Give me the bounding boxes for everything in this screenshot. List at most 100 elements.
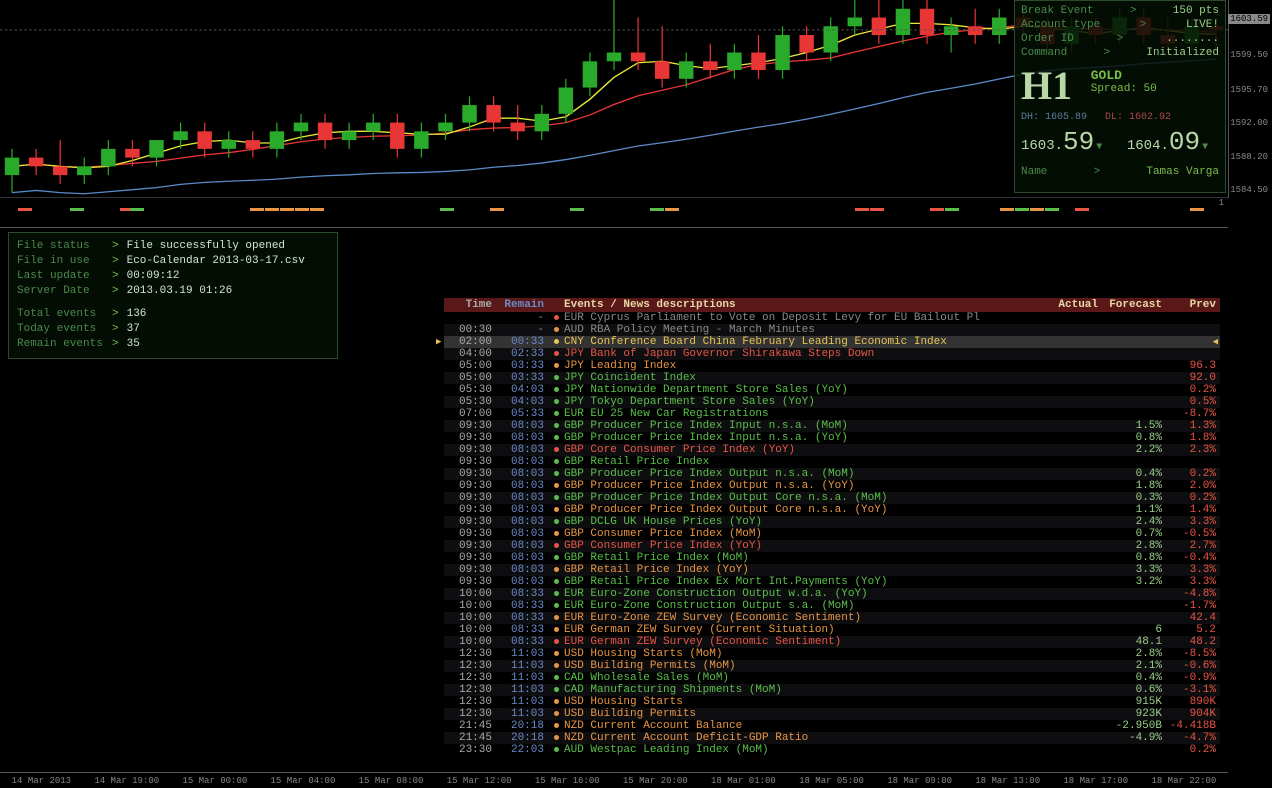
event-description: GBP DCLG UK House Prices (YoY) (564, 516, 1038, 528)
event-row[interactable]: 09:30 08:03 GBP Consumer Price Index (Mo… (444, 528, 1220, 540)
importance-dot (548, 480, 564, 492)
event-forecast: 0.8% (1098, 552, 1162, 564)
event-remain: - (492, 312, 544, 324)
event-row[interactable]: 09:30 08:03 GBP Core Consumer Price Inde… (444, 444, 1220, 456)
event-prev: 3.3% (1162, 564, 1216, 576)
importance-dot (548, 564, 564, 576)
event-time: 12:30 (448, 684, 492, 696)
event-prev: 42.4 (1162, 612, 1216, 624)
event-prev: 2.0% (1162, 480, 1216, 492)
event-row[interactable]: 09:30 08:03 GBP Consumer Price Index (Yo… (444, 540, 1220, 552)
stat-row: Today events>37 (17, 322, 329, 337)
event-row[interactable]: 12:30 11:03 USD Housing Starts (MoM) 2.8… (444, 648, 1220, 660)
event-description: USD Housing Starts (564, 696, 1038, 708)
indicator-mark (265, 208, 279, 211)
event-time: 09:30 (448, 468, 492, 480)
event-row[interactable]: 05:00 03:33 JPY Coincident Index 92.0 (444, 372, 1220, 384)
event-row[interactable]: 00:30 - AUD RBA Policy Meeting - March M… (444, 324, 1220, 336)
indicator-mark (650, 208, 664, 211)
event-row[interactable]: 05:30 04:03 JPY Nationwide Department St… (444, 384, 1220, 396)
event-row[interactable]: 07:00 05:33 EUR EU 25 New Car Registrati… (444, 408, 1220, 420)
event-row[interactable]: 04:00 02:33 JPY Bank of Japan Governor S… (444, 348, 1220, 360)
event-row[interactable]: 21:45 20:18 NZD Current Account Deficit-… (444, 732, 1220, 744)
event-actual (1038, 408, 1098, 420)
event-actual (1038, 336, 1098, 348)
event-remain: - (492, 324, 544, 336)
event-row[interactable]: 09:30 08:03 GBP Retail Price Index Ex Mo… (444, 576, 1220, 588)
event-time: 10:00 (448, 600, 492, 612)
time-tick: 15 Mar 00:00 (182, 776, 247, 786)
symbol-name: GOLD (1091, 68, 1157, 83)
event-description: JPY Tokyo Department Store Sales (YoY) (564, 396, 1038, 408)
daily-low: DL: 1602.92 (1105, 112, 1171, 123)
event-row[interactable]: ▶ 02:00 00:33 CNY Conference Board China… (444, 336, 1220, 348)
event-row[interactable]: 10:00 08:33 EUR Euro-Zone Construction O… (444, 600, 1220, 612)
events-table[interactable]: Time Remain Events / News descriptions A… (444, 298, 1220, 756)
event-remain: 08:03 (492, 504, 544, 516)
event-description: EUR EU 25 New Car Registrations (564, 408, 1038, 420)
event-time: 09:30 (448, 492, 492, 504)
event-actual (1038, 540, 1098, 552)
event-row[interactable]: 05:00 03:33 JPY Leading Index 96.3 (444, 360, 1220, 372)
event-prev: 0.2% (1162, 468, 1216, 480)
event-row[interactable]: 10:00 08:33 EUR Euro-Zone Construction O… (444, 588, 1220, 600)
event-row[interactable]: 09:30 08:03 GBP Producer Price Index Inp… (444, 432, 1220, 444)
indicator-mark (130, 208, 144, 211)
event-remain: 08:03 (492, 420, 544, 432)
event-prev (1162, 456, 1216, 468)
event-row[interactable]: 09:30 08:03 GBP Producer Price Index Out… (444, 504, 1220, 516)
event-forecast (1098, 336, 1162, 348)
daily-high: DH: 1605.89 (1021, 112, 1087, 123)
importance-dot (548, 588, 564, 600)
event-row[interactable]: - EUR Cyprus Parliament to Vote on Depos… (444, 312, 1220, 324)
event-actual (1038, 444, 1098, 456)
event-row[interactable]: 09:30 08:03 GBP Retail Price Index (MoM)… (444, 552, 1220, 564)
event-row[interactable]: 12:30 11:03 USD Building Permits 923K 90… (444, 708, 1220, 720)
event-row[interactable]: 09:30 08:03 GBP Producer Price Index Out… (444, 492, 1220, 504)
event-row[interactable]: 09:30 08:03 GBP Producer Price Index Out… (444, 468, 1220, 480)
event-prev: 904K (1162, 708, 1216, 720)
event-row[interactable]: 12:30 11:03 CAD Wholesale Sales (MoM) 0.… (444, 672, 1220, 684)
event-row[interactable]: 09:30 08:03 GBP Producer Price Index Out… (444, 480, 1220, 492)
event-prev: 0.2% (1162, 744, 1216, 756)
event-row[interactable]: 12:30 11:03 CAD Manufacturing Shipments … (444, 684, 1220, 696)
event-row[interactable]: 09:30 08:03 GBP Producer Price Index Inp… (444, 420, 1220, 432)
event-row[interactable]: 12:30 11:03 USD Housing Starts 915K 890K (444, 696, 1220, 708)
event-row[interactable]: 09:30 08:03 GBP Retail Price Index (YoY)… (444, 564, 1220, 576)
event-prev (1162, 336, 1216, 348)
event-prev: -0.4% (1162, 552, 1216, 564)
event-description: GBP Retail Price Index (MoM) (564, 552, 1038, 564)
arrow-down-icon: ▼ (1202, 142, 1208, 153)
event-description: GBP Core Consumer Price Index (YoY) (564, 444, 1038, 456)
event-description: GBP Retail Price Index Ex Mort Int.Payme… (564, 576, 1038, 588)
event-description: JPY Coincident Index (564, 372, 1038, 384)
event-prev: 890K (1162, 696, 1216, 708)
event-time: 09:30 (448, 504, 492, 516)
event-actual (1038, 684, 1098, 696)
event-description: JPY Bank of Japan Governor Shirakawa Ste… (564, 348, 1038, 360)
event-remain: 08:03 (492, 564, 544, 576)
event-forecast: 0.4% (1098, 468, 1162, 480)
event-forecast: 0.7% (1098, 528, 1162, 540)
event-row[interactable]: 05:30 04:03 JPY Tokyo Department Store S… (444, 396, 1220, 408)
event-forecast: 915K (1098, 696, 1162, 708)
event-row[interactable]: 12:30 11:03 USD Building Permits (MoM) 2… (444, 660, 1220, 672)
importance-dot (548, 312, 564, 324)
event-actual (1038, 396, 1098, 408)
event-row[interactable]: 10:00 08:33 EUR German ZEW Survey (Econo… (444, 636, 1220, 648)
indicator-mark (250, 208, 264, 211)
event-row[interactable]: 23:30 22:03 AUD Westpac Leading Index (M… (444, 744, 1220, 756)
importance-dot (548, 648, 564, 660)
event-row[interactable]: 10:00 08:33 EUR German ZEW Survey (Curre… (444, 624, 1220, 636)
event-row[interactable]: 09:30 08:03 GBP DCLG UK House Prices (Yo… (444, 516, 1220, 528)
event-time: 05:30 (448, 384, 492, 396)
indicator-mark (18, 208, 32, 211)
event-row[interactable]: 21:45 20:18 NZD Current Account Balance … (444, 720, 1220, 732)
event-forecast: 1.5% (1098, 420, 1162, 432)
event-actual (1038, 480, 1098, 492)
stat-row: Total events>136 (17, 307, 329, 322)
file-row: File status>File successfully opened (17, 239, 329, 254)
event-row[interactable]: 09:30 08:03 GBP Retail Price Index (444, 456, 1220, 468)
event-row[interactable]: 10:00 08:33 EUR Euro-Zone ZEW Survey (Ec… (444, 612, 1220, 624)
event-time: 10:00 (448, 612, 492, 624)
